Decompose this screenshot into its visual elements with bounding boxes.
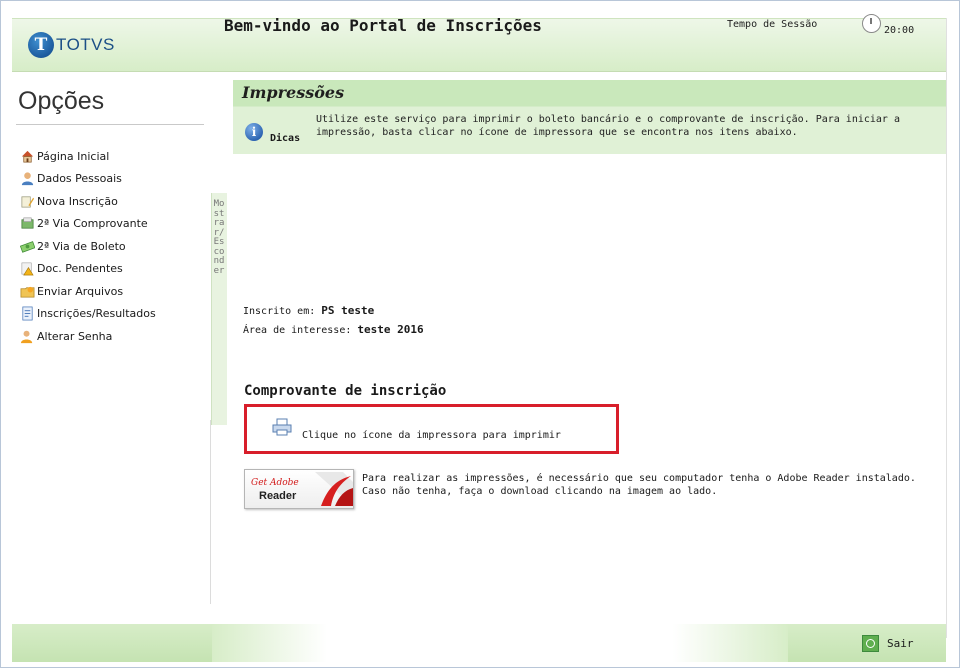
receipt-section-title: Comprovante de inscrição: [244, 383, 447, 399]
print-instruction: Clique no ícone da impressora para impri…: [302, 430, 561, 441]
session-timer-label: Tempo de Sessão: [727, 19, 818, 30]
content-border: [946, 18, 947, 638]
sidebar-item-nova-inscricao[interactable]: Nova Inscrição: [20, 190, 156, 213]
info-icon: i: [245, 123, 263, 141]
adobe-logo-icon: [315, 472, 353, 506]
sidebar-item-label: Enviar Arquivos: [37, 284, 124, 298]
home-icon: [21, 150, 34, 163]
adobe-get-text: Get Adobe: [251, 478, 299, 488]
interest-area-value: teste 2016: [357, 323, 424, 336]
sidebar-item-label: Inscrições/Resultados: [37, 307, 156, 321]
interest-area-info: Área de interesse: teste 2016: [243, 323, 424, 336]
sidebar-title: Opções: [18, 87, 105, 115]
tips-label: Dicas: [270, 133, 301, 144]
totvs-logo[interactable]: T TOTVS: [28, 29, 115, 61]
power-icon: [862, 635, 879, 652]
show-hide-label: Mostrar/Esconder: [213, 199, 225, 276]
enrolled-label: Inscrito em:: [243, 306, 316, 317]
document-icon: [22, 306, 33, 321]
sidebar-item-label: 2ª Via de Boleto: [37, 239, 126, 253]
sidebar-item-pagina-inicial[interactable]: Página Inicial: [20, 145, 156, 168]
logo-mark: T: [28, 32, 54, 58]
enrolled-value: PS teste: [321, 304, 375, 317]
sidebar-item-label: Alterar Senha: [37, 329, 113, 343]
printer-icon[interactable]: [272, 418, 292, 436]
sidebar-item-doc-pendentes[interactable]: Doc. Pendentes: [20, 258, 156, 281]
key-user-icon: [20, 330, 33, 343]
logout-button[interactable]: Sair: [862, 635, 914, 652]
page-title: Bem-vindo ao Portal de Inscrições: [224, 16, 542, 35]
sidebar-item-label: Dados Pessoais: [37, 172, 122, 186]
warning-icon: [21, 262, 34, 276]
sidebar-item-2-via-comprovante[interactable]: 2ª Via Comprovante: [20, 213, 156, 236]
money-icon: [20, 240, 35, 253]
logo-text: TOTVS: [56, 35, 115, 54]
print-highlight-box: [244, 404, 619, 454]
adobe-info-text: Para realizar as impressões, é necessári…: [362, 473, 916, 497]
sidebar-item-dados-pessoais[interactable]: Dados Pessoais: [20, 168, 156, 191]
folder-icon: [20, 286, 35, 298]
user-icon: [21, 172, 34, 186]
get-adobe-reader-button[interactable]: Get Adobe Reader: [244, 469, 354, 509]
sidebar-item-label: Nova Inscrição: [37, 194, 118, 208]
section-title: Impressões: [242, 83, 345, 102]
sidebar-item-2-via-boleto[interactable]: 2ª Via de Boleto: [20, 235, 156, 258]
sidebar-item-enviar-arquivos[interactable]: Enviar Arquivos: [20, 280, 156, 303]
sidebar-item-label: 2ª Via Comprovante: [37, 217, 148, 231]
edit-icon: [21, 196, 35, 208]
sidebar-item-label: Doc. Pendentes: [37, 262, 123, 276]
enrolled-info: Inscrito em: PS teste: [243, 304, 374, 317]
adobe-reader-text: Reader: [259, 490, 297, 502]
sidebar-item-inscricoes-resultados[interactable]: Inscrições/Resultados: [20, 303, 156, 326]
receipt-icon: [21, 217, 34, 229]
sidebar-separator: [210, 420, 211, 604]
logout-label: Sair: [887, 637, 914, 650]
sidebar-menu: Página Inicial Dados Pessoais Nova Inscr…: [20, 145, 156, 348]
tips-text: Utilize este serviço para imprimir o bol…: [316, 114, 900, 138]
sidebar-divider: [16, 124, 204, 125]
interest-area-label: Área de interesse:: [243, 325, 352, 336]
session-timer-value: 20:00: [884, 25, 915, 36]
footer-center: [212, 624, 788, 662]
clock-icon: [862, 14, 881, 33]
sidebar-item-label: Página Inicial: [37, 149, 110, 163]
sidebar-item-alterar-senha[interactable]: Alterar Senha: [20, 325, 156, 348]
